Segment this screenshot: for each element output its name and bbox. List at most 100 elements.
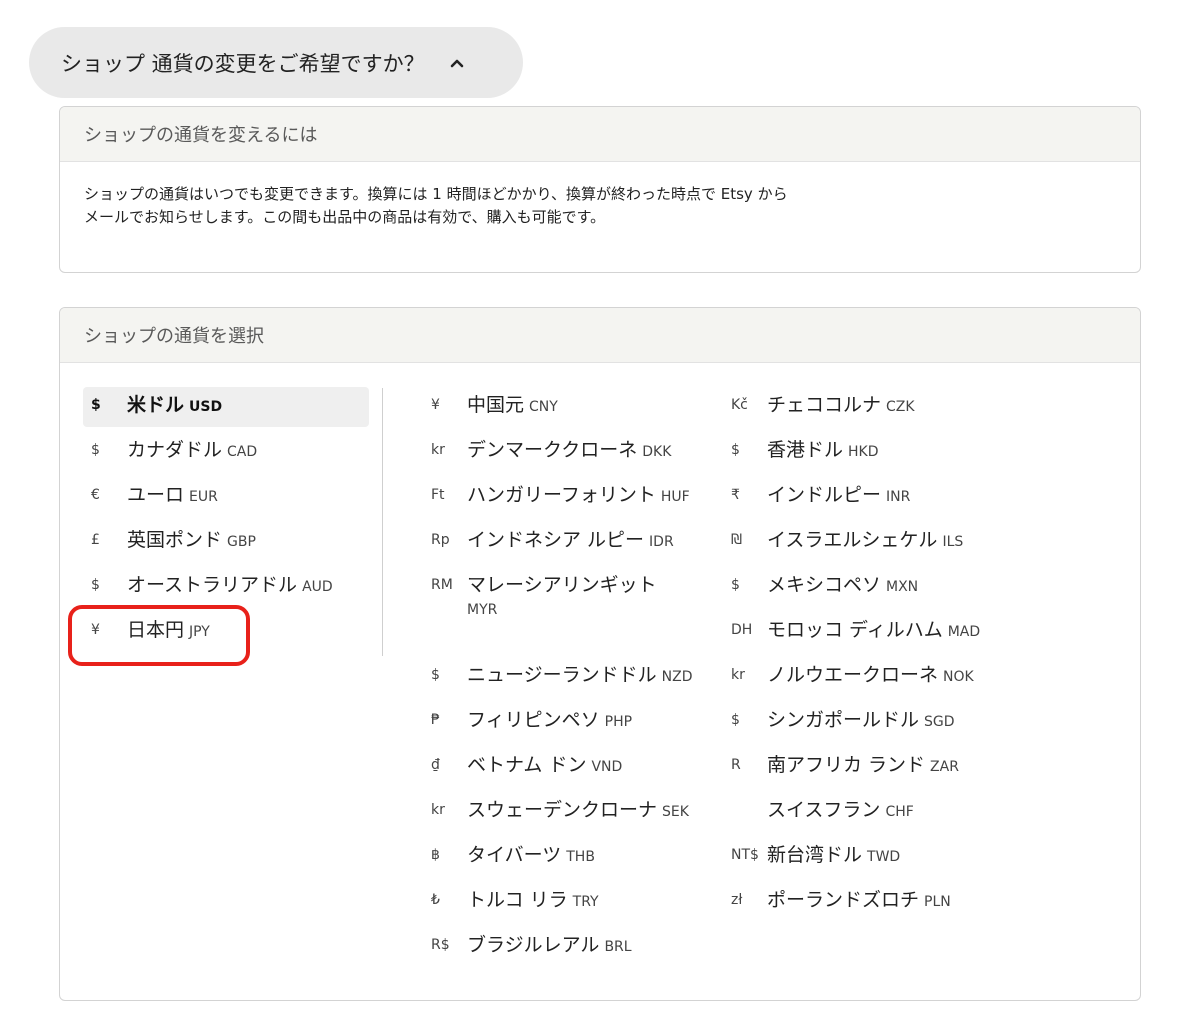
currency-code: SEK	[662, 804, 689, 820]
currency-option-cny[interactable]: ¥ 中国元 CNY	[431, 387, 721, 427]
currency-name: インドネシア ルピー	[467, 529, 645, 551]
currency-code: TRY	[572, 894, 599, 910]
currency-option-gbp[interactable]: £ 英国ポンド GBP	[91, 522, 361, 562]
currency-name: 英国ポンド	[127, 529, 223, 551]
currency-name: ノルウエークローネ	[767, 664, 939, 686]
currency-name: トルコ リラ	[467, 889, 568, 911]
currency-label: スイスフラン CHF	[767, 798, 914, 822]
currency-code: SGD	[924, 714, 955, 730]
currency-symbol	[731, 798, 767, 802]
currency-label: イスラエルシェケル ILS	[767, 528, 963, 552]
currency-option-eur[interactable]: € ユーロ EUR	[91, 477, 361, 517]
currency-code: JPY	[189, 624, 210, 640]
currency-symbol: $	[91, 577, 100, 593]
currency-code: CNY	[529, 399, 558, 415]
currency-code: MXN	[886, 579, 919, 595]
currency-option-vnd[interactable]: ₫ ベトナム ドン VND	[431, 747, 721, 787]
currency-symbol: Rp	[431, 532, 450, 548]
currency-label: ノルウエークローネ NOK	[767, 663, 974, 687]
currency-option-mxn[interactable]: $ メキシコペソ MXN	[731, 567, 1061, 607]
currency-symbol: RM	[431, 577, 453, 593]
currency-code: VND	[591, 759, 623, 775]
currency-option-huf[interactable]: Ft ハンガリーフォリント HUF	[431, 477, 721, 517]
currency-code: INR	[886, 489, 911, 505]
currency-option-dkk[interactable]: kr デンマーククローネ DKK	[431, 432, 721, 472]
currency-name: ニュージーランドドル	[467, 664, 657, 686]
currency-code: HUF	[660, 489, 690, 505]
currency-option-ils[interactable]: ₪ イスラエルシェケル ILS	[731, 522, 1061, 562]
currency-option-brl[interactable]: R$ ブラジルレアル BRL	[431, 927, 721, 967]
currency-option-php[interactable]: ₱ フィリピンペソ PHP	[431, 702, 721, 742]
currency-name: ベトナム ドン	[467, 754, 587, 776]
currency-symbol: DH	[731, 622, 753, 638]
currency-option-idr[interactable]: Rp インドネシア ルピー IDR	[431, 522, 721, 562]
currency-option-jpy[interactable]: ¥ 日本円 JPY	[91, 612, 361, 652]
currency-option-sek[interactable]: kr スウェーデンクローナ SEK	[431, 792, 721, 832]
currency-option-aud[interactable]: $ オーストラリアドル AUD	[91, 567, 361, 607]
currency-name: 香港ドル	[767, 439, 844, 461]
currency-symbol: ₫	[431, 757, 440, 773]
currency-label: カナダドル CAD	[127, 438, 257, 462]
currency-code: GBP	[227, 534, 256, 550]
currency-label: 英国ポンド GBP	[127, 528, 256, 552]
currency-option-sgd[interactable]: $ シンガポールドル SGD	[731, 702, 1061, 742]
currency-option-thb[interactable]: ฿ タイバーツ THB	[431, 837, 721, 877]
currency-symbol: ¥	[431, 397, 440, 413]
currency-option-chf[interactable]: スイスフラン CHF	[731, 792, 1061, 832]
currency-option-myr[interactable]: RM マレーシアリンギット MYR	[431, 567, 721, 618]
currency-option-twd[interactable]: NT$ 新台湾ドル TWD	[731, 837, 1061, 877]
currency-option-mad[interactable]: DH モロッコ ディルハム MAD	[731, 612, 1061, 652]
currency-label: 香港ドル HKD	[767, 438, 879, 462]
currency-option-nok[interactable]: kr ノルウエークローネ NOK	[731, 657, 1061, 697]
currency-label: ニュージーランドドル NZD	[467, 663, 692, 687]
currency-name: モロッコ ディルハム	[767, 619, 943, 641]
currency-label: ブラジルレアル BRL	[467, 933, 632, 957]
currency-symbol: R$	[431, 937, 450, 953]
currency-option-czk[interactable]: Kč チェココルナ CZK	[731, 387, 1061, 427]
info-text-line-2: メールでお知らせします。この間も出品中の商品は有効で、購入も可能です。	[84, 208, 606, 226]
currency-option-try[interactable]: ₺ トルコ リラ TRY	[431, 882, 721, 922]
currency-name: フィリピンペソ	[467, 709, 600, 731]
currency-label: スウェーデンクローナ SEK	[467, 798, 689, 822]
currency-label: モロッコ ディルハム MAD	[767, 618, 980, 642]
currency-name: メキシコペソ	[767, 574, 882, 596]
currency-option-inr[interactable]: ₹ インドルピー INR	[731, 477, 1061, 517]
currency-symbol: €	[91, 487, 100, 503]
currency-symbol: kr	[431, 442, 445, 458]
currency-code: CHF	[885, 804, 914, 820]
currency-code: IDR	[649, 534, 674, 550]
currency-option-zar[interactable]: R 南アフリカ ランド ZAR	[731, 747, 1061, 787]
currency-symbol: $	[731, 442, 740, 458]
currency-code: PHP	[604, 714, 633, 730]
currency-label: ポーランドズロチ PLN	[767, 888, 951, 912]
currency-label: デンマーククローネ DKK	[467, 438, 671, 462]
currency-option-usd[interactable]: $ 米ドル USD	[83, 387, 369, 427]
currency-option-nzd[interactable]: $ ニュージーランドドル NZD	[431, 657, 721, 697]
currency-label: インドルピー INR	[767, 483, 910, 507]
currency-option-cad[interactable]: $ カナダドル CAD	[91, 432, 361, 472]
currency-name: ハンガリーフォリント	[467, 484, 656, 506]
currency-symbol: $	[731, 712, 740, 728]
select-panel-header: ショップの通貨を選択	[60, 308, 1140, 363]
currency-label: シンガポールドル SGD	[767, 708, 955, 732]
currency-symbol: ₺	[431, 892, 440, 908]
currency-code: AUD	[302, 579, 333, 595]
currency-code: MAD	[947, 624, 981, 640]
currency-name: チェココルナ	[767, 394, 882, 416]
currency-label: タイバーツ THB	[467, 843, 595, 867]
currency-change-toggle[interactable]: ショップ 通貨の変更をご希望ですか？	[29, 27, 523, 98]
currency-code: ZAR	[930, 759, 959, 775]
currency-label: マレーシアリンギット MYR	[467, 573, 657, 623]
currency-name: 新台湾ドル	[767, 844, 863, 866]
currency-name: ポーランドズロチ	[767, 889, 920, 911]
currency-code: DKK	[642, 444, 672, 460]
currency-symbol: ¥	[91, 622, 100, 638]
currency-symbol: ₱	[431, 712, 440, 728]
currency-name: デンマーククローネ	[467, 439, 638, 461]
info-text-line-1: ショップの通貨はいつでも変更できます。換算には 1 時間ほどかかり、換算が終わっ…	[84, 185, 788, 203]
chevron-up-icon	[450, 59, 463, 67]
currency-code: NOK	[943, 669, 974, 685]
currency-symbol: kr	[431, 802, 445, 818]
currency-option-pln[interactable]: zł ポーランドズロチ PLN	[731, 882, 1061, 922]
currency-option-hkd[interactable]: $ 香港ドル HKD	[731, 432, 1061, 472]
